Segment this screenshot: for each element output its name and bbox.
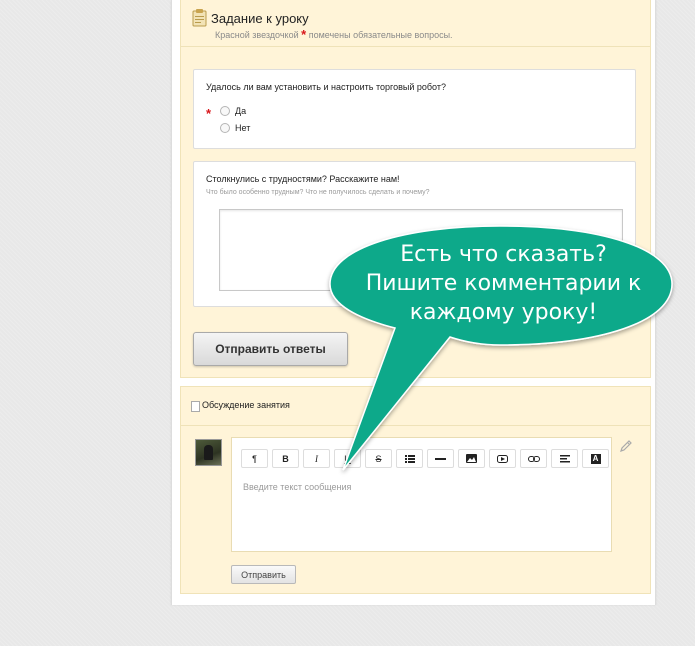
image-icon [466,454,477,463]
align-button[interactable] [551,449,578,468]
link-icon [527,455,540,462]
list-icon [404,454,415,463]
callout-text: Есть что сказать? Пишите комментарии к к… [335,240,672,327]
align-icon [559,454,570,462]
task-subtitle: Красной звездочкой * помечены обязательн… [215,26,453,42]
callout-line: Пишите комментарии к [365,271,642,296]
send-comment-button[interactable]: Отправить [231,565,296,584]
editor-placeholder: Введите текст сообщения [243,482,352,492]
comment-editor[interactable]: ¶ B I U S A Введите текст сообщения [231,437,612,552]
radio-circle[interactable] [220,123,230,133]
list-button[interactable] [396,449,423,468]
horizontal-rule-button[interactable] [427,449,454,468]
avatar [195,439,222,466]
subtitle-text-before: Красной звездочкой [215,30,299,40]
radio-circle[interactable] [220,106,230,116]
required-star: * [301,27,307,42]
strikethrough-button[interactable]: S [365,449,392,468]
discussion-section: Обсуждение занятия ¶ B I U S A Введите т… [180,386,651,594]
task-title: Задание к уроку [211,11,309,26]
radio-label: Нет [235,123,251,133]
question-title: Удалось ли вам установить и настроить то… [206,82,446,92]
submit-answers-button[interactable]: Отправить ответы [193,332,348,366]
document-icon [191,401,200,412]
task-header: Задание к уроку Красной звездочкой * пом… [181,0,650,47]
font-color-button[interactable]: A [582,449,609,468]
discussion-title: Обсуждение занятия [202,400,290,410]
pencil-icon[interactable] [619,439,633,453]
callout-line: каждому уроку! [409,300,598,325]
required-star: * [206,106,212,121]
callout-line: Есть что сказать? [400,242,607,267]
video-icon [497,454,508,463]
link-button[interactable] [520,449,547,468]
question-hint: Что было особенно трудным? Что не получи… [206,189,430,196]
question-title: Столкнулись с трудностями? Расскажите на… [206,174,400,184]
subtitle-text-after: помечены обязательные вопросы. [308,30,453,40]
paragraph-button[interactable]: ¶ [241,449,268,468]
video-button[interactable] [489,449,516,468]
question-robot-setup: Удалось ли вам установить и настроить то… [193,69,636,149]
bold-button[interactable]: B [272,449,299,468]
editor-toolbar: ¶ B I U S A [241,449,613,468]
radio-option-yes[interactable]: Да [220,106,246,116]
discussion-header: Обсуждение занятия [181,387,650,426]
radio-label: Да [235,106,247,116]
radio-option-no[interactable]: Нет [220,123,250,133]
clipboard-icon [192,9,207,27]
underline-button[interactable]: U [334,449,361,468]
italic-button[interactable]: I [303,449,330,468]
font-color-icon: A [590,453,601,464]
image-button[interactable] [458,449,485,468]
horizontal-rule-icon [435,457,446,460]
